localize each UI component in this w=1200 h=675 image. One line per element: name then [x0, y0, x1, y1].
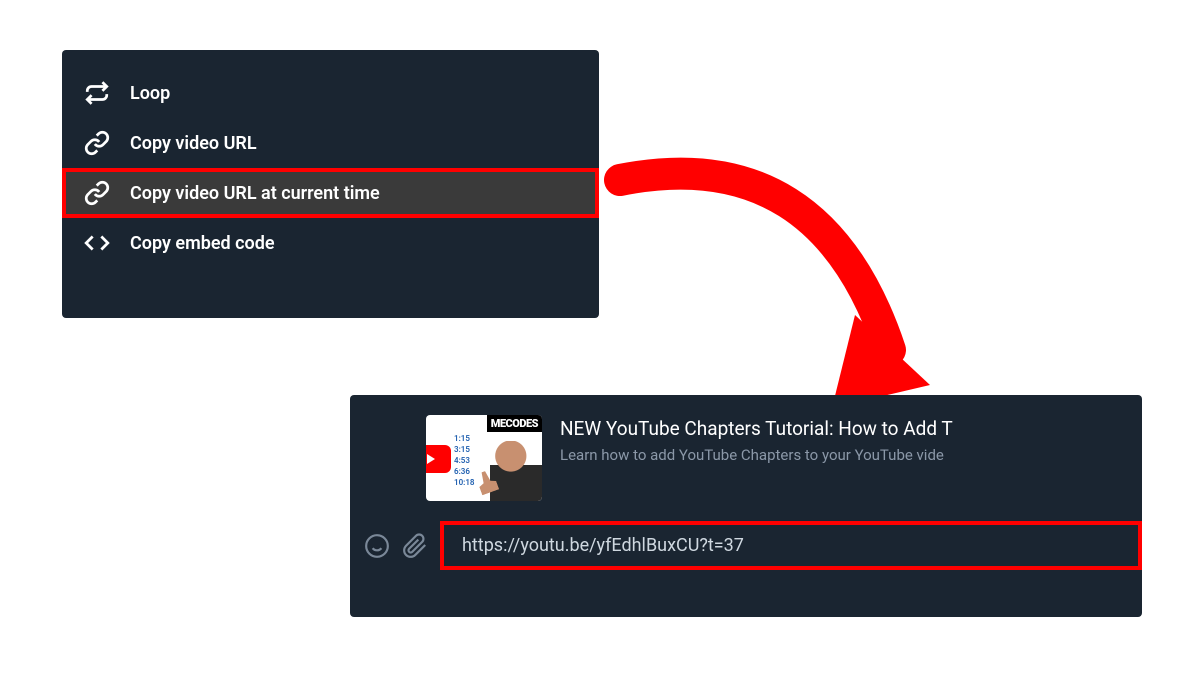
arrow-icon [600, 150, 940, 430]
message-input[interactable]: https://youtu.be/yfEdhlBuxCU?t=37 [440, 521, 1142, 570]
menu-item-copy-url-at-time[interactable]: Copy video URL at current time [62, 168, 599, 218]
message-input-text: https://youtu.be/yfEdhlBuxCU?t=37 [462, 535, 744, 556]
youtube-logo-icon [426, 445, 451, 473]
video-thumbnail[interactable]: MECODES 1:15 3:15 4:53 6:36 10:18 [426, 415, 542, 501]
menu-item-copy-embed[interactable]: Copy embed code [62, 218, 599, 268]
menu-item-label: Copy embed code [130, 233, 275, 254]
attachment-icon[interactable] [402, 533, 428, 559]
preview-text: NEW YouTube Chapters Tutorial: How to Ad… [560, 415, 1142, 501]
chat-panel: MECODES 1:15 3:15 4:53 6:36 10:18 NEW Yo… [350, 395, 1142, 617]
loop-icon [84, 80, 110, 106]
preview-title: NEW YouTube Chapters Tutorial: How to Ad… [560, 417, 1142, 440]
code-icon [84, 230, 110, 256]
message-input-row: https://youtu.be/yfEdhlBuxCU?t=37 [350, 513, 1142, 570]
link-preview: MECODES 1:15 3:15 4:53 6:36 10:18 NEW Yo… [350, 395, 1142, 513]
thumbnail-person [490, 441, 542, 501]
context-menu: Loop Copy video URL Copy video URL at cu… [62, 50, 599, 318]
thumbnail-header: MECODES [487, 415, 542, 432]
menu-item-loop[interactable]: Loop [62, 68, 599, 118]
menu-item-label: Copy video URL at current time [130, 183, 380, 204]
thumbnail-timestamps: 1:15 3:15 4:53 6:36 10:18 [454, 433, 474, 488]
emoji-icon[interactable] [364, 533, 390, 559]
menu-item-label: Copy video URL [130, 133, 257, 154]
preview-description: Learn how to add YouTube Chapters to you… [560, 446, 1142, 464]
menu-item-copy-url[interactable]: Copy video URL [62, 118, 599, 168]
link-icon [84, 180, 110, 206]
menu-item-label: Loop [130, 83, 170, 104]
link-icon [84, 130, 110, 156]
